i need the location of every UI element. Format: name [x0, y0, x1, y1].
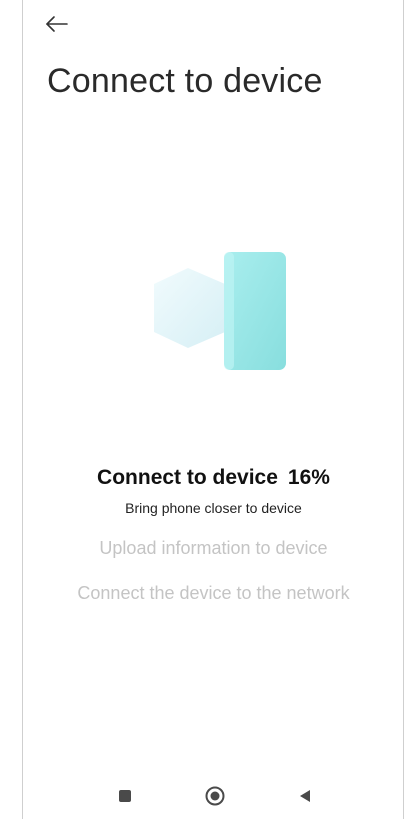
pending-step-network: Connect the device to the network	[77, 583, 350, 603]
phone-device-pairing-icon	[150, 248, 290, 378]
home-circle-icon[interactable]	[203, 784, 227, 808]
system-navigation-bar	[23, 780, 404, 814]
screen-frame-right	[403, 0, 404, 819]
pending-step-upload: Upload information to device	[99, 538, 328, 558]
page-title: Connect to device	[47, 62, 323, 100]
screen-frame-left	[22, 0, 23, 819]
active-step-hint: Bring phone closer to device	[125, 500, 302, 516]
back-arrow-icon[interactable]	[44, 14, 70, 34]
back-triangle-icon[interactable]	[293, 784, 317, 808]
recents-square-icon[interactable]	[113, 784, 137, 808]
progress-percent: 16%	[287, 466, 330, 489]
active-step-heading: Connect to device 16%	[23, 466, 404, 490]
active-step-label: Connect to device	[97, 466, 278, 489]
